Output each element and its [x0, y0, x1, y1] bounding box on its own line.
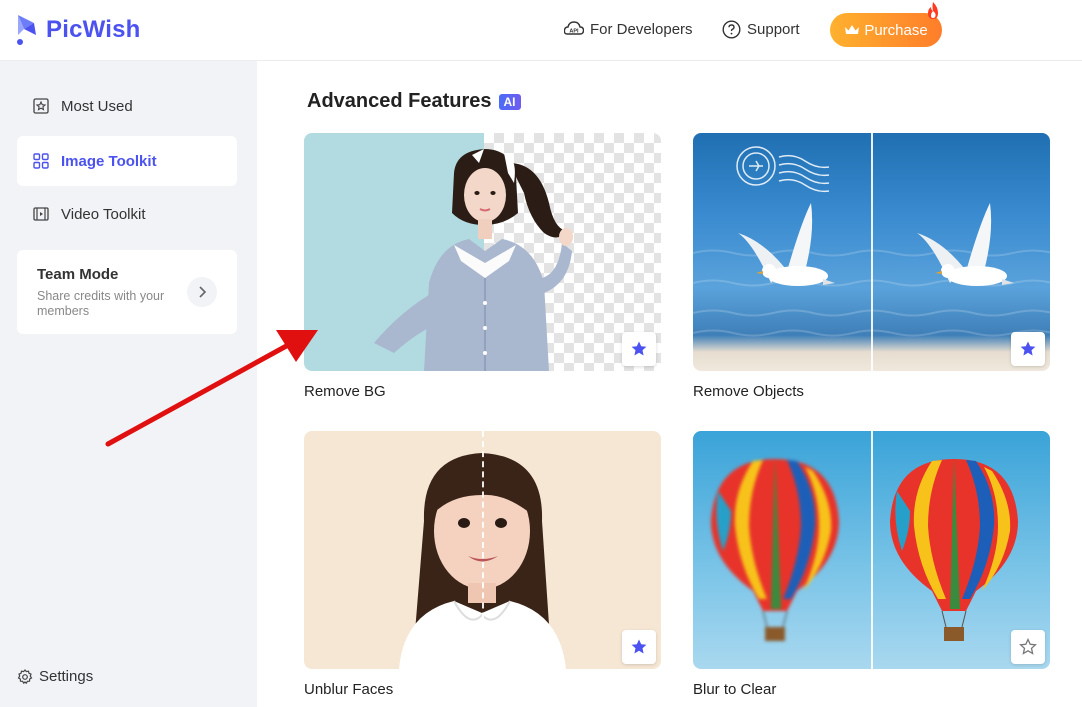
crown-icon	[845, 25, 860, 34]
star-box-icon	[33, 98, 49, 114]
sidebar: Most Used Image Toolkit Video Toolkit Te…	[0, 61, 257, 707]
star-filled-icon	[631, 341, 647, 356]
section-title: Advanced Features AI	[307, 90, 521, 113]
card-label: Blur to Clear	[693, 681, 777, 698]
favorite-button[interactable]	[622, 332, 656, 366]
for-developers-link[interactable]: API For Developers	[564, 20, 693, 38]
feature-card-remove-objects[interactable]: Remove Objects	[693, 133, 1050, 400]
feature-card-remove-bg[interactable]: Remove BG	[304, 133, 661, 400]
team-mode-card[interactable]: Team Mode Share credits with your member…	[17, 250, 237, 334]
favorite-button[interactable]	[1011, 332, 1045, 366]
settings-link[interactable]: Settings	[17, 668, 93, 685]
logo-text: PicWish	[46, 16, 141, 43]
sidebar-item-label: Image Toolkit	[61, 152, 157, 170]
star-outline-icon	[1019, 638, 1037, 655]
team-mode-subtitle: Share credits with your members	[37, 289, 165, 318]
film-icon	[33, 207, 49, 221]
star-filled-icon	[631, 639, 647, 654]
team-mode-title: Team Mode	[37, 266, 119, 283]
feature-card-blur-to-clear[interactable]: Blur to Clear	[693, 431, 1050, 698]
picwish-logo-icon	[17, 15, 36, 45]
feature-card-unblur-faces[interactable]: Unblur Faces	[304, 431, 661, 698]
grid-icon	[33, 153, 49, 169]
sidebar-item-image-toolkit[interactable]: Image Toolkit	[17, 136, 237, 186]
remove-bg-preview-image	[304, 133, 661, 371]
svg-text:API: API	[569, 29, 579, 35]
chevron-right-icon	[199, 286, 207, 298]
favorite-button[interactable]	[622, 630, 656, 664]
top-header: PicWish API For Developers Support Purch…	[0, 0, 1082, 61]
ai-badge: AI	[498, 93, 521, 110]
star-filled-icon	[1020, 341, 1036, 356]
logo[interactable]: PicWish	[14, 13, 141, 47]
card-label: Unblur Faces	[304, 681, 394, 698]
remove-objects-preview-image	[693, 133, 1050, 371]
settings-label: Settings	[39, 668, 94, 685]
api-icon: API	[564, 21, 584, 35]
card-label: Remove BG	[304, 383, 386, 400]
question-circle-icon	[722, 20, 741, 39]
card-label: Remove Objects	[693, 383, 804, 400]
favorite-button[interactable]	[1011, 630, 1045, 664]
blur-to-clear-preview-image	[693, 431, 1050, 669]
section-title-text: Advanced Features	[307, 90, 492, 112]
gear-icon	[17, 668, 33, 684]
sidebar-item-most-used[interactable]: Most Used	[17, 81, 237, 131]
team-mode-arrow-button[interactable]	[187, 277, 217, 307]
sidebar-item-label: Video Toolkit	[61, 205, 146, 223]
fire-icon	[928, 2, 938, 19]
support-label: Support	[747, 21, 800, 38]
purchase-label: Purchase	[864, 21, 928, 39]
unblur-faces-preview-image	[304, 431, 661, 669]
sidebar-item-video-toolkit[interactable]: Video Toolkit	[17, 189, 237, 239]
support-link[interactable]: Support	[722, 20, 800, 39]
for-developers-label: For Developers	[590, 20, 693, 38]
sidebar-item-label: Most Used	[61, 97, 133, 115]
